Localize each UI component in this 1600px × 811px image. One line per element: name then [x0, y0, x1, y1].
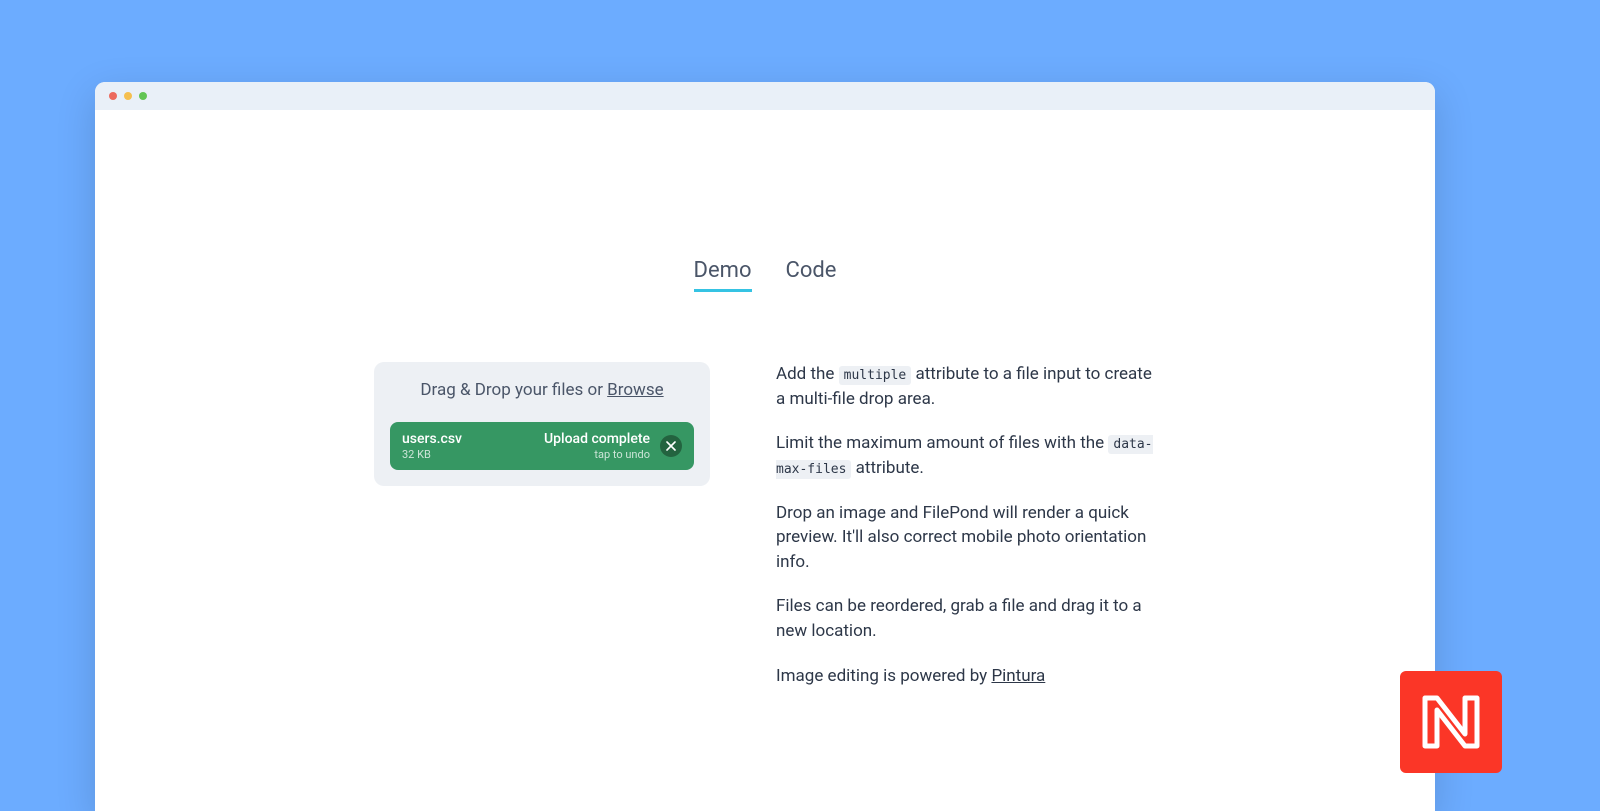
copy-p3: Drop an image and FilePond will render a…: [776, 501, 1156, 575]
copy-p1: Add the multiple attribute to a file inp…: [776, 362, 1156, 411]
description-column: Add the multiple attribute to a file inp…: [776, 362, 1156, 708]
window-titlebar: [95, 82, 1435, 110]
file-substatus: tap to undo: [462, 448, 650, 461]
file-dropzone[interactable]: Drag & Drop your files or Browse users.c…: [374, 362, 710, 486]
browser-window: Demo Code Drag & Drop your files or Brow…: [95, 82, 1435, 811]
traffic-zoom-icon[interactable]: [139, 92, 147, 100]
browse-link[interactable]: Browse: [607, 380, 663, 400]
copy-p2: Limit the maximum amount of files with t…: [776, 431, 1156, 480]
copy-p4: Files can be reordered, grab a file and …: [776, 594, 1156, 643]
copy-p2b: attribute.: [851, 458, 923, 478]
file-remove-button[interactable]: [660, 435, 682, 457]
dropzone-label: Drag & Drop your files or Browse: [390, 380, 694, 400]
file-status-block: Upload complete tap to undo: [462, 431, 650, 461]
tab-demo[interactable]: Demo: [694, 258, 752, 292]
file-info: users.csv 32 KB: [402, 431, 462, 461]
close-icon: [666, 441, 676, 451]
brand-badge[interactable]: [1400, 671, 1502, 773]
copy-p5: Image editing is powered by Pintura: [776, 664, 1156, 689]
file-name: users.csv: [402, 431, 462, 447]
dropzone-label-text: Drag & Drop your files or: [420, 380, 607, 400]
traffic-minimize-icon[interactable]: [124, 92, 132, 100]
tab-bar: Demo Code: [694, 258, 837, 292]
file-size: 32 KB: [402, 448, 462, 461]
pintura-link[interactable]: Pintura: [991, 666, 1045, 686]
code-multiple: multiple: [839, 366, 912, 385]
copy-p5a: Image editing is powered by: [776, 666, 991, 686]
brand-badge-icon: [1419, 690, 1483, 754]
file-status: Upload complete: [462, 431, 650, 447]
tab-code[interactable]: Code: [786, 258, 837, 292]
copy-p1a: Add the: [776, 364, 839, 384]
file-item[interactable]: users.csv 32 KB Upload complete tap to u…: [390, 422, 694, 470]
page-content: Demo Code Drag & Drop your files or Brow…: [95, 110, 1435, 708]
traffic-close-icon[interactable]: [109, 92, 117, 100]
copy-p2a: Limit the maximum amount of files with t…: [776, 433, 1108, 453]
